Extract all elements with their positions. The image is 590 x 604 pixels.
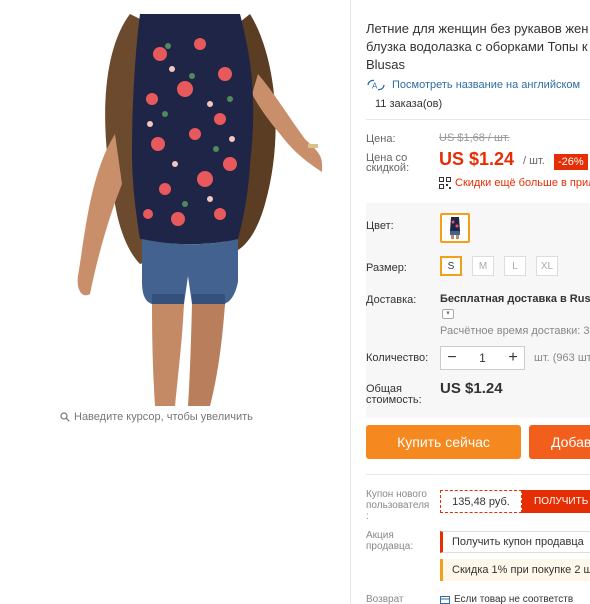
return-policy-text: Если товар не соответств [454,594,574,604]
new-user-coupon-label-line: пользователя [366,500,430,511]
old-price: US $1,68 / шт. [439,132,510,144]
new-user-coupon-label-line: Купон нового [366,489,427,500]
product-details: Летние для женщин без рукавов жен блузка… [366,0,590,604]
product-title-line: Blusas [366,57,406,72]
product-gallery: Наведите курсор, чтобы увеличить [0,0,350,604]
total-label-line: стоимость: [366,394,422,406]
qr-code-icon [439,177,451,189]
discount-price: US $1.24 [439,149,515,169]
return-label: Возврат [366,594,404,604]
magnifier-icon [60,412,70,422]
app-promo-link[interactable]: Скидки ещё больше в прил [439,177,590,189]
color-swatch[interactable] [440,213,470,243]
size-option-l[interactable]: L [504,256,526,276]
app-promo-text[interactable]: Скидки ещё больше в прил [455,177,590,189]
seller-promo-label-line: продавца: [366,541,414,552]
seller-promo-label-line: Акция [366,530,394,541]
product-title: Летние для женщин без рукавов жен блузка… [366,20,590,74]
size-options: S M L XL [440,256,558,276]
divider [366,474,590,475]
seller-coupon-dropdown-label: Получить купон продавца [452,536,584,548]
shipping-method: Бесплатная доставка в Russi [440,293,590,305]
translate-link[interactable]: A Посмотреть название на английском [366,79,580,91]
seller-promo-offer: Скидка 1% при покупке 2 шт [440,559,590,581]
size-option-s[interactable]: S [440,256,462,276]
options-panel: Цвет: Размер: S M L XL Доставка: Бесплат… [366,203,590,418]
size-option-xl[interactable]: XL [536,256,558,276]
return-policy-info: Если товар не соответств [440,594,573,604]
divider [366,119,590,120]
vertical-divider [350,0,351,604]
translate-link-text[interactable]: Посмотреть название на английском [392,79,580,91]
shipping-time: Расчётное время доставки: 30 [440,325,590,337]
quantity-increase-button[interactable]: + [502,348,524,368]
shield-icon [440,595,450,604]
size-option-m[interactable]: M [472,256,494,276]
quantity-stepper: − 1 + [440,346,525,370]
shipping-label: Доставка: [366,294,417,306]
discount-price-label-line: скидкой: [366,162,410,174]
color-label: Цвет: [366,220,394,232]
new-user-coupon-label-line: : [366,511,369,522]
quantity-decrease-button[interactable]: − [441,348,463,368]
seller-coupon-dropdown[interactable]: Получить купон продавца ▾ [440,531,590,553]
discount-badge: -26% [554,154,588,170]
buy-now-button[interactable]: Купить сейчас [366,425,521,459]
product-photo[interactable] [60,14,322,406]
get-coupon-button[interactable]: ПОЛУЧИТЬ [522,490,590,513]
stock-count: шт. (963 шт [534,352,590,364]
price-block: Цена: US $1,68 / шт. Цена со скидкой: US… [366,125,590,203]
zoom-hint-text: Наведите курсор, чтобы увеличить [74,411,253,423]
add-to-cart-button[interactable]: Добав [529,425,590,459]
quantity-input[interactable]: 1 [463,351,502,365]
total-price: US $1.24 [440,380,503,397]
new-user-coupon-amount: 135,48 руб. [440,490,522,513]
price-label: Цена: [366,133,396,145]
quantity-label: Количество: [366,352,429,364]
svg-text:A: A [372,82,378,91]
chevron-down-icon[interactable]: ▾ [442,309,454,319]
zoom-hint: Наведите курсор, чтобы увеличить [60,411,253,423]
per-unit: / шт. [523,155,545,167]
translate-icon: A [367,79,385,91]
product-title-line: блузка водолазка с оборками Топы к [366,39,588,54]
return-policy: Возврат Если товар не соответств [366,594,590,604]
size-label: Размер: [366,262,407,274]
orders-count: 11 заказа(ов) [375,98,443,110]
product-title-line: Летние для женщин без рукавов жен [366,21,589,36]
color-thumbnail [444,217,466,239]
